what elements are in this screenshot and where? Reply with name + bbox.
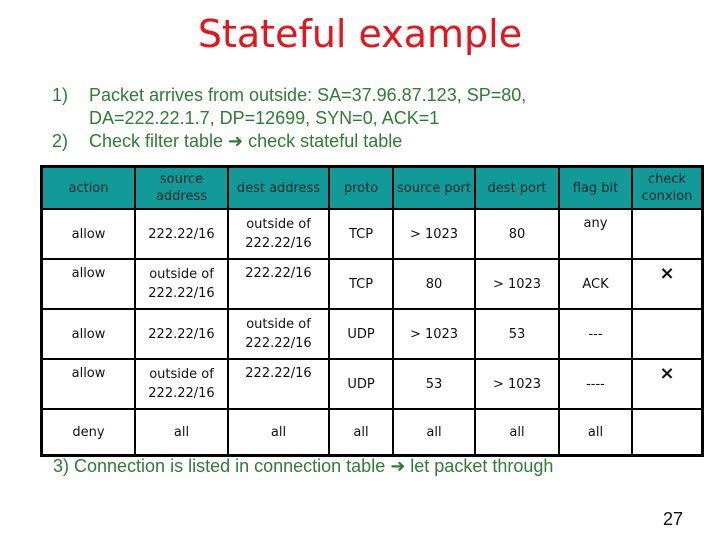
cell-dest-address: all [227, 408, 330, 457]
cell-dest-address: 222.22/16 [227, 358, 330, 410]
cell-source-port: > 1023 [392, 308, 476, 360]
check-mark-x-icon: × [631, 358, 704, 410]
cell-source-port: all [392, 408, 476, 457]
step-text: Check filter table ➜ check stateful tabl… [89, 131, 403, 151]
cell-action: allow [40, 208, 136, 260]
step-number: 1) [52, 85, 69, 105]
cell-action: allow [40, 358, 136, 410]
cell-dest-address: outside of 222.22/16 [227, 308, 330, 360]
cell-check-conxion [631, 408, 704, 457]
cell-proto: UDP [328, 358, 394, 410]
cell-dest-port: > 1023 [474, 258, 560, 310]
header-flag-bit: flag bit [558, 165, 633, 210]
cell-dest-port: 53 [474, 308, 560, 360]
cell-source-port: > 1023 [392, 208, 476, 260]
step-3-text: 3) Connection is listed in connection ta… [53, 456, 554, 476]
table-row: allow 222.22/16 outside of 222.22/16 UDP… [40, 308, 704, 360]
step-2: 2) Check filter table ➜ check stateful t… [52, 130, 526, 153]
cell-flag-bit: any [558, 208, 633, 260]
cell-dest-address: outside of 222.22/16 [227, 208, 330, 260]
header-check-conxion: check conxion [631, 165, 704, 210]
cell-proto: TCP [328, 258, 394, 310]
step-1: 1) Packet arrives from outside: SA=37.96… [52, 84, 526, 107]
table-row: allow 222.22/16 outside of 222.22/16 TCP… [40, 208, 704, 260]
step-1-continuation: DA=222.22.1.7, DP=12699, SYN=0, ACK=1 [89, 108, 440, 128]
header-action: action [40, 165, 136, 210]
header-dest-port: dest port [474, 165, 560, 210]
step-text: Packet arrives from outside: SA=37.96.87… [89, 85, 527, 105]
header-proto: proto [328, 165, 394, 210]
cell-flag-bit: --- [558, 308, 633, 360]
cell-action: allow [40, 308, 136, 360]
cell-source-address: 222.22/16 [134, 308, 229, 360]
cell-check-conxion [631, 308, 704, 360]
cell-source-address: all [134, 408, 229, 457]
header-dest-address: dest address [227, 165, 330, 210]
cell-source-address: outside of 222.22/16 [134, 358, 229, 410]
cell-proto: all [328, 408, 394, 457]
cell-flag-bit: ACK [558, 258, 633, 310]
page-number: 27 [662, 509, 683, 529]
cell-source-port: 53 [392, 358, 476, 410]
cell-source-port: 80 [392, 258, 476, 310]
cell-dest-port: 80 [474, 208, 560, 260]
cell-source-address: outside of 222.22/16 [134, 258, 229, 310]
steps-list: 1) Packet arrives from outside: SA=37.96… [52, 84, 526, 153]
cell-source-address: 222.22/16 [134, 208, 229, 260]
table-header-row: action source address dest address proto… [40, 165, 704, 210]
header-source-address: source address [134, 165, 229, 210]
table-row: deny all all all all all all [40, 408, 704, 457]
table-row: allow outside of 222.22/16 222.22/16 UDP… [40, 358, 704, 410]
check-mark-x-icon: × [631, 258, 704, 310]
cell-action: deny [40, 408, 136, 457]
cell-flag-bit: all [558, 408, 633, 457]
table-row: allow outside of 222.22/16 222.22/16 TCP… [40, 258, 704, 310]
cell-check-conxion [631, 208, 704, 260]
cell-dest-port: > 1023 [474, 358, 560, 410]
cell-flag-bit: ---- [558, 358, 633, 410]
cell-proto: TCP [328, 208, 394, 260]
slide-title: Stateful example [197, 12, 523, 56]
cell-proto: UDP [328, 308, 394, 360]
step-number: 2) [52, 131, 69, 151]
cell-action: allow [40, 258, 136, 310]
cell-dest-address: 222.22/16 [227, 258, 330, 310]
header-source-port: source port [392, 165, 476, 210]
filter-table: action source address dest address proto… [40, 165, 704, 457]
cell-dest-port: all [474, 408, 560, 457]
